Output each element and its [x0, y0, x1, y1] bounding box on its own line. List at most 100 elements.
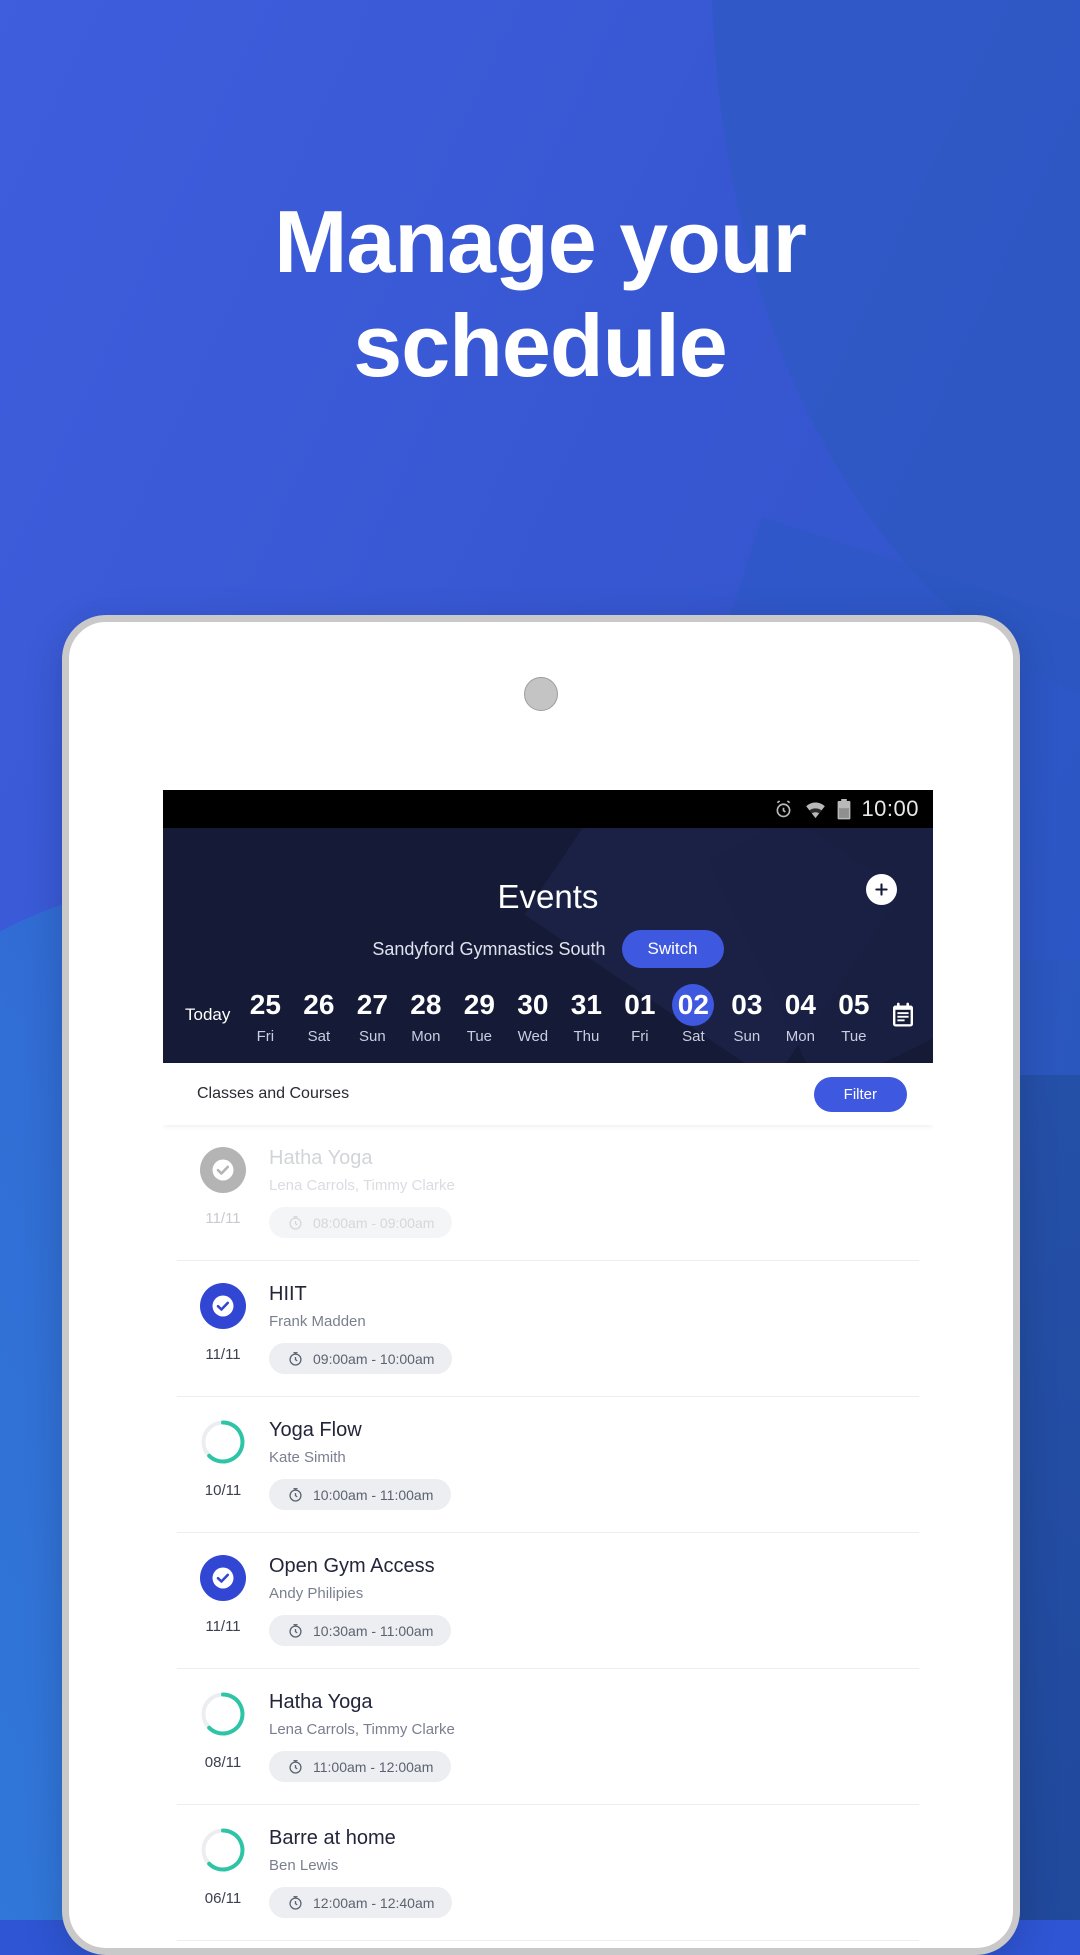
status-bar-clock: 10:00: [861, 796, 919, 821]
progress-ring-icon: [200, 1419, 246, 1470]
calendar-icon[interactable]: [891, 1002, 915, 1028]
event-row[interactable]: 08/11 Hatha Yoga Lena Carrols, Timmy Clark…: [177, 1669, 919, 1805]
date-number: 27: [356, 989, 388, 1020]
event-date: 06/11: [204, 1890, 242, 1907]
promo-headline-line-1: Manage your: [274, 192, 807, 291]
app-screen: 10:00 Events Sandyford Gymnastics South …: [163, 790, 933, 1948]
event-row[interactable]: 11/11 Open Gym Access Andy Philipies 10:30a…: [177, 1533, 919, 1669]
event-title: Barre at home: [269, 1827, 396, 1849]
date-weekday: Fri: [631, 1028, 649, 1045]
date-number: 04: [784, 989, 816, 1020]
date-cell-28[interactable]: 28 Mon: [403, 984, 449, 1045]
date-cell-01[interactable]: 01 Fri: [617, 984, 663, 1045]
event-date: 10/11: [204, 1482, 242, 1499]
date-weekday: Tue: [466, 1028, 493, 1045]
event-status-column: 11/11: [177, 1283, 269, 1374]
event-time-range: 11:00am - 12:00am: [313, 1758, 434, 1775]
event-time-chip: 11:00am - 12:00am: [269, 1751, 452, 1782]
date-cell-02[interactable]: 02 Sat: [670, 984, 716, 1045]
check-circle-icon: [200, 1283, 246, 1334]
event-date: 11/11: [205, 1618, 241, 1635]
filter-button[interactable]: Filter: [813, 1076, 907, 1112]
event-details: Hatha Yoga Lena Carrols, Timmy Clarke 08:0…: [269, 1147, 919, 1238]
date-cell-31[interactable]: 31 Thu: [563, 984, 609, 1045]
stopwatch-icon: [287, 1214, 304, 1231]
event-instructors: Lena Carrols, Timmy Clarke: [269, 1721, 455, 1738]
promo-headline-line-2: schedule: [353, 295, 727, 395]
date-weekday: Sun: [359, 1028, 386, 1045]
event-status-column: 10/11: [177, 1419, 269, 1510]
event-date: 08/11: [204, 1754, 242, 1771]
event-title: Yoga Flow: [269, 1419, 362, 1441]
check-circle-icon: [200, 1555, 246, 1606]
check-circle-icon-disabled: [200, 1147, 246, 1198]
event-status-column: 11/11: [177, 1555, 269, 1646]
home-button[interactable]: [524, 677, 558, 711]
event-details: Hatha Yoga Lena Carrols, Timmy Clarke 11:0…: [269, 1691, 919, 1782]
event-instructors: Lena Carrols, Timmy Clarke: [269, 1177, 455, 1194]
event-status-column: 06/11: [177, 1827, 269, 1918]
date-weekday: Tue: [841, 1028, 867, 1045]
event-row[interactable]: 06/11 Barre at home Ben Lewis 12:00am - 12:…: [177, 1805, 919, 1941]
plus-icon: [872, 880, 891, 899]
date-cell-29[interactable]: 29 Tue: [456, 984, 502, 1045]
event-status-column: 08/11: [177, 1691, 269, 1782]
event-instructors: Ben Lewis: [269, 1857, 339, 1874]
date-number: 30: [517, 989, 549, 1020]
event-time-range: 12:00am - 12:40am: [313, 1894, 435, 1911]
date-number: 31: [570, 989, 602, 1020]
stopwatch-icon: [287, 1622, 304, 1639]
date-weekday: Mon: [785, 1028, 815, 1045]
date-weekday: Fri: [256, 1028, 275, 1045]
event-date: 11/11: [205, 1346, 241, 1363]
stopwatch-icon: [287, 1758, 304, 1775]
date-weekday: Wed: [517, 1028, 549, 1045]
date-cell-03[interactable]: 03 Sun: [724, 984, 770, 1045]
date-cell-26[interactable]: 26 Sat: [296, 984, 342, 1045]
date-cell-05[interactable]: 05 Tue: [831, 984, 877, 1045]
date-cell-30[interactable]: 30 Wed: [510, 984, 556, 1045]
date-cell-25[interactable]: 25 Fri: [242, 984, 288, 1045]
event-details: Yoga Flow Kate Simith 10:00am - 11:00am: [269, 1419, 919, 1510]
event-title: HIIT: [269, 1283, 307, 1305]
date-list: 25 Fri 26 Sat 27 Sun 28 Mon 29 Tue 30 Wed 31 Thu 01 Fri…: [242, 984, 877, 1045]
app-header: Events Sandyford Gymnastics South Switch: [163, 828, 933, 1063]
progress-ring-icon: [200, 1827, 246, 1878]
event-time-chip: 08:00am - 09:00am: [269, 1207, 453, 1238]
progress-ring-icon: [200, 1691, 246, 1742]
today-label[interactable]: Today: [185, 1005, 230, 1025]
event-row[interactable]: 11/11 HIIT Frank Madden 09:00am - 10:00am: [177, 1261, 919, 1397]
date-weekday: Sun: [733, 1028, 761, 1045]
venue-name: Sandyford Gymnastics South: [372, 938, 606, 959]
switch-venue-button[interactable]: Switch: [621, 930, 724, 968]
event-time-chip: 10:00am - 11:00am: [269, 1479, 452, 1510]
wifi-icon: [804, 800, 827, 819]
date-number: 02: [672, 984, 715, 1026]
date-cell-27[interactable]: 27 Sun: [349, 984, 395, 1045]
battery-icon: [837, 798, 851, 820]
date-number: 03: [731, 989, 763, 1020]
date-strip[interactable]: Today 25 Fri 26 Sat 27 Sun 28 Mon 29 Tue 30 Wed 31 Th…: [163, 968, 933, 1063]
date-number: 25: [249, 989, 281, 1020]
event-list: 11/11 Hatha Yoga Lena Carrols, Timmy Clark…: [163, 1125, 933, 1948]
tablet-device-frame: 10:00 Events Sandyford Gymnastics South …: [62, 615, 1020, 1955]
event-row[interactable]: 10/11 Yoga Flow Kate Simith 10:00am - 11:00…: [177, 1397, 919, 1533]
event-instructors: Frank Madden: [269, 1313, 366, 1330]
event-details: Open Gym Access Andy Philipies 10:30am - 1…: [269, 1555, 919, 1646]
event-time-chip: 10:30am - 11:00am: [269, 1615, 452, 1646]
event-details: HIIT Frank Madden 09:00am - 10:00am: [269, 1283, 919, 1374]
event-time-range: 10:30am - 11:00am: [313, 1622, 434, 1639]
date-number: 01: [624, 989, 656, 1020]
event-row[interactable]: 11/11 Hatha Yoga Lena Carrols, Timmy Clark…: [177, 1125, 919, 1261]
date-weekday: Sat: [307, 1028, 331, 1045]
event-time-range: 09:00am - 10:00am: [313, 1350, 435, 1367]
filter-bar: Classes and Courses Filter: [163, 1063, 933, 1125]
event-time-chip: 12:00am - 12:40am: [269, 1887, 453, 1918]
add-event-button[interactable]: [866, 874, 897, 905]
date-cell-04[interactable]: 04 Mon: [777, 984, 823, 1045]
event-row[interactable]: 11/11Children's KarateBen Lewis, Clare M…: [177, 1941, 919, 1948]
event-title: Hatha Yoga: [269, 1691, 373, 1713]
stopwatch-icon: [287, 1350, 304, 1367]
date-number: 28: [410, 989, 442, 1020]
date-number: 05: [838, 989, 870, 1020]
